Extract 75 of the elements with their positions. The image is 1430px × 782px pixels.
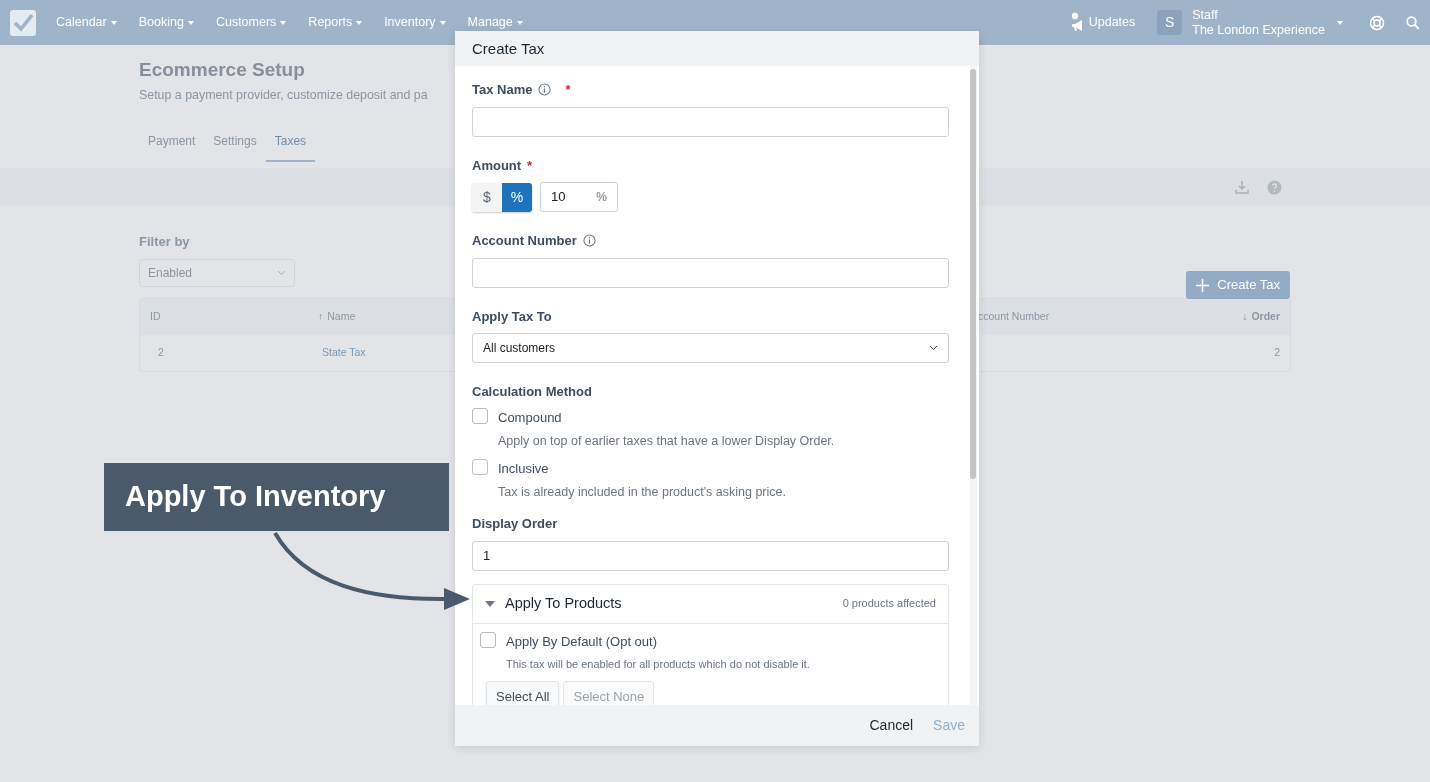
field-label: Amount bbox=[472, 156, 522, 175]
table-cell: 2 bbox=[158, 345, 164, 361]
checkbox[interactable] bbox=[472, 458, 488, 475]
input-field[interactable] bbox=[472, 106, 949, 137]
field-value: 1 bbox=[483, 546, 491, 565]
tab[interactable]: Taxes bbox=[265, 126, 316, 163]
checkbox[interactable] bbox=[480, 631, 496, 648]
field-label: Display Order bbox=[472, 515, 558, 533]
field-label: Account Number bbox=[472, 232, 577, 250]
dialog-title: Create Tax bbox=[455, 31, 979, 66]
table-cell: 2 bbox=[1274, 345, 1280, 361]
input-field[interactable] bbox=[472, 257, 949, 288]
triangle-icon[interactable] bbox=[485, 600, 495, 607]
menu-item[interactable]: Booking bbox=[138, 13, 194, 32]
logo-icon[interactable] bbox=[10, 9, 36, 36]
create-tax-button[interactable]: Create Tax bbox=[1186, 271, 1290, 299]
field-value: 10 bbox=[551, 188, 566, 207]
page-title: Ecommerce Setup bbox=[139, 59, 305, 82]
menu-item[interactable]: Inventory bbox=[384, 13, 446, 32]
footer-button[interactable]: Cancel bbox=[869, 715, 914, 736]
chevron-icon bbox=[277, 269, 286, 276]
column-header[interactable]: ID bbox=[150, 309, 161, 325]
sort-arrow-icon[interactable]: ↑ bbox=[318, 309, 324, 325]
toggle-button[interactable]: % bbox=[502, 182, 532, 212]
callout-label: Apply To Inventory bbox=[104, 463, 449, 531]
help-text: Apply on top of earlier taxes that have a lower Display Order. bbox=[498, 433, 835, 450]
tab[interactable]: Payment bbox=[139, 126, 205, 163]
menu-item[interactable]: Manage bbox=[467, 13, 523, 32]
field-label: Apply Tax To bbox=[472, 307, 552, 326]
organization-name[interactable]: The London Experience bbox=[1192, 22, 1325, 38]
tab[interactable]: Settings bbox=[204, 126, 266, 163]
download-icon[interactable] bbox=[1235, 180, 1249, 195]
panel-title[interactable]: Apply To Products bbox=[505, 592, 843, 615]
required-mark: * bbox=[565, 81, 571, 99]
column-header[interactable]: Name bbox=[327, 309, 356, 325]
menu-item[interactable]: Customers bbox=[215, 13, 287, 32]
sort-arrow-icon[interactable]: ↓ bbox=[1242, 309, 1248, 325]
info-icon[interactable] bbox=[582, 234, 596, 248]
scrollbar[interactable] bbox=[970, 66, 977, 705]
unit-label: % bbox=[596, 189, 607, 206]
help-text: This tax will be enabled for all products which do not disable it. bbox=[506, 657, 810, 672]
required-mark: * bbox=[527, 156, 533, 175]
info-icon[interactable] bbox=[538, 83, 552, 97]
megaphone-icon bbox=[1070, 11, 1085, 34]
caret-icon[interactable] bbox=[1337, 20, 1343, 25]
menu-item[interactable]: Calendar bbox=[56, 13, 117, 32]
field-label: Tax Name bbox=[472, 81, 533, 99]
plus-icon bbox=[1196, 278, 1210, 292]
table-link[interactable]: State Tax bbox=[318, 345, 366, 361]
menu-item[interactable]: Reports bbox=[308, 13, 363, 32]
updates-link[interactable]: Updates bbox=[1070, 11, 1136, 34]
select-button[interactable]: Select All bbox=[486, 680, 560, 705]
page-subtitle: Setup a payment provider, customize deposit and pa bbox=[139, 86, 428, 104]
input-field[interactable]: 10 % bbox=[540, 182, 618, 212]
select-value: All customers bbox=[483, 340, 556, 357]
input-field[interactable]: 1 bbox=[472, 540, 949, 571]
column-header[interactable]: ccount Number bbox=[978, 309, 1050, 325]
search-icon[interactable] bbox=[1406, 15, 1420, 30]
help-text: Tax is already included in the product's asking price. bbox=[498, 484, 786, 502]
field-label: Calculation Method bbox=[472, 383, 592, 401]
user-name[interactable]: Staff bbox=[1192, 7, 1218, 23]
column-header[interactable]: Order bbox=[1251, 309, 1280, 325]
help-icon[interactable] bbox=[1267, 179, 1282, 195]
checkbox-label[interactable]: Inclusive bbox=[498, 458, 549, 479]
avatar[interactable]: S bbox=[1157, 10, 1183, 35]
checkbox-label[interactable]: Apply By Default (Opt out) bbox=[506, 631, 657, 651]
filter-label: Filter by bbox=[139, 233, 190, 252]
lifebuoy-icon[interactable] bbox=[1369, 14, 1385, 31]
checkbox[interactable] bbox=[472, 407, 488, 424]
products-count: 0 products affected bbox=[842, 596, 936, 612]
chevron-icon bbox=[929, 345, 938, 351]
filter-dropdown[interactable]: Enabled bbox=[139, 258, 295, 287]
select-field[interactable]: All customers bbox=[472, 333, 949, 363]
checkbox-label[interactable]: Compound bbox=[498, 407, 562, 427]
toggle-button[interactable]: $ bbox=[472, 182, 502, 212]
